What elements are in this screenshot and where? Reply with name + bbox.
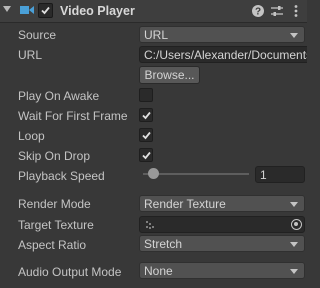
- aspect-ratio-label: Aspect Ratio: [18, 238, 87, 252]
- browse-button[interactable]: Browse...: [139, 66, 200, 84]
- loop-label: Loop: [18, 129, 45, 143]
- skip-on-drop-label: Skip On Drop: [18, 149, 91, 163]
- chevron-down-icon: [290, 242, 298, 247]
- presets-icon[interactable]: [270, 4, 284, 18]
- playback-speed-slider-thumb[interactable]: [148, 168, 159, 179]
- object-picker-icon[interactable]: [291, 219, 302, 230]
- loop-checkbox[interactable]: [139, 128, 153, 142]
- playback-speed-label: Playback Speed: [18, 169, 105, 183]
- chevron-down-icon: [290, 202, 298, 207]
- chevron-down-icon: [290, 33, 298, 38]
- video-player-icon: [20, 6, 34, 14]
- target-texture-label: Target Texture: [18, 218, 94, 232]
- aspect-ratio-dropdown[interactable]: Stretch: [139, 235, 305, 252]
- audio-output-mode-value: None: [144, 264, 173, 278]
- play-on-awake-checkbox[interactable]: [139, 88, 153, 102]
- url-label: URL: [18, 48, 43, 62]
- wait-for-first-frame-label: Wait For First Frame: [18, 109, 128, 123]
- help-icon[interactable]: ?: [251, 4, 265, 18]
- chevron-down-icon: [290, 269, 298, 274]
- source-dropdown[interactable]: URL: [139, 26, 305, 43]
- source-value: URL: [144, 28, 169, 42]
- render-mode-dropdown[interactable]: Render Texture: [139, 195, 305, 212]
- url-input[interactable]: C:/Users/Alexander/Documents: [139, 46, 307, 63]
- component-header: Video Player ?: [0, 0, 307, 23]
- render-mode-value: Render Texture: [144, 197, 226, 211]
- checkmark-icon: [142, 111, 151, 120]
- checkmark-icon: [142, 151, 151, 160]
- context-menu-icon[interactable]: [289, 4, 303, 18]
- checkmark-icon: [142, 131, 151, 140]
- foldout-arrow-icon[interactable]: [3, 6, 11, 12]
- wait-for-first-frame-checkbox[interactable]: [139, 108, 153, 122]
- source-label: Source: [18, 28, 57, 42]
- skip-on-drop-checkbox[interactable]: [139, 148, 153, 162]
- playback-speed-input[interactable]: 1: [255, 166, 305, 183]
- target-texture-field[interactable]: [139, 216, 305, 233]
- play-on-awake-label: Play On Awake: [18, 89, 100, 103]
- audio-output-mode-label: Audio Output Mode: [18, 265, 122, 279]
- texture-icon: [146, 221, 154, 229]
- audio-output-mode-dropdown[interactable]: None: [139, 262, 305, 279]
- render-mode-label: Render Mode: [18, 197, 91, 211]
- component-title: Video Player: [60, 4, 135, 18]
- aspect-ratio-value: Stretch: [144, 237, 183, 251]
- component-enabled-toggle[interactable]: [38, 3, 53, 18]
- svg-text:?: ?: [255, 7, 261, 18]
